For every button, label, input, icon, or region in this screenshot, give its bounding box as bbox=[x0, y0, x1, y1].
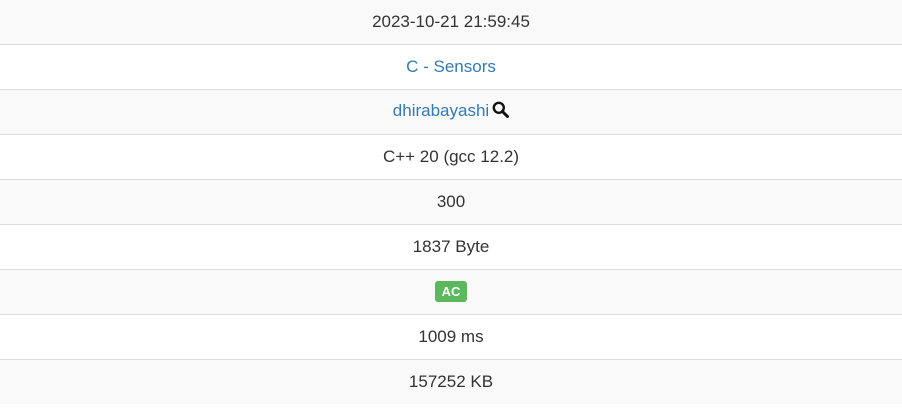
code-size-value: 1837 Byte bbox=[0, 223, 902, 269]
status-badge: AC bbox=[434, 281, 468, 302]
row-score: 300 bbox=[0, 178, 902, 224]
language-value: C++ 20 (gcc 12.2) bbox=[0, 133, 902, 179]
row-status: AC bbox=[0, 268, 902, 314]
row-language: C++ 20 (gcc 12.2) bbox=[0, 133, 902, 179]
submission-time-value: 2023-10-21 21:59:45 bbox=[0, 0, 902, 44]
row-exec-time: 1009 ms bbox=[0, 313, 902, 359]
row-memory: 157252 KB bbox=[0, 358, 902, 404]
task-link[interactable]: C - Sensors bbox=[406, 57, 496, 76]
user-cell: dhirabayashi bbox=[0, 88, 902, 134]
row-task: C - Sensors bbox=[0, 43, 902, 89]
task-cell: C - Sensors bbox=[0, 43, 902, 89]
status-cell: AC bbox=[0, 268, 902, 314]
user-link[interactable]: dhirabayashi bbox=[393, 101, 489, 120]
memory-value: 157252 KB bbox=[0, 358, 902, 404]
row-user: dhirabayashi bbox=[0, 88, 902, 134]
exec-time-value: 1009 ms bbox=[0, 313, 902, 359]
score-value: 300 bbox=[0, 178, 902, 224]
submission-detail-table: 2023-10-21 21:59:45 C - Sensors dhirabay… bbox=[0, 0, 902, 404]
row-code-size: 1837 Byte bbox=[0, 223, 902, 269]
search-icon[interactable] bbox=[492, 101, 510, 123]
row-submission-time: 2023-10-21 21:59:45 bbox=[0, 0, 902, 44]
